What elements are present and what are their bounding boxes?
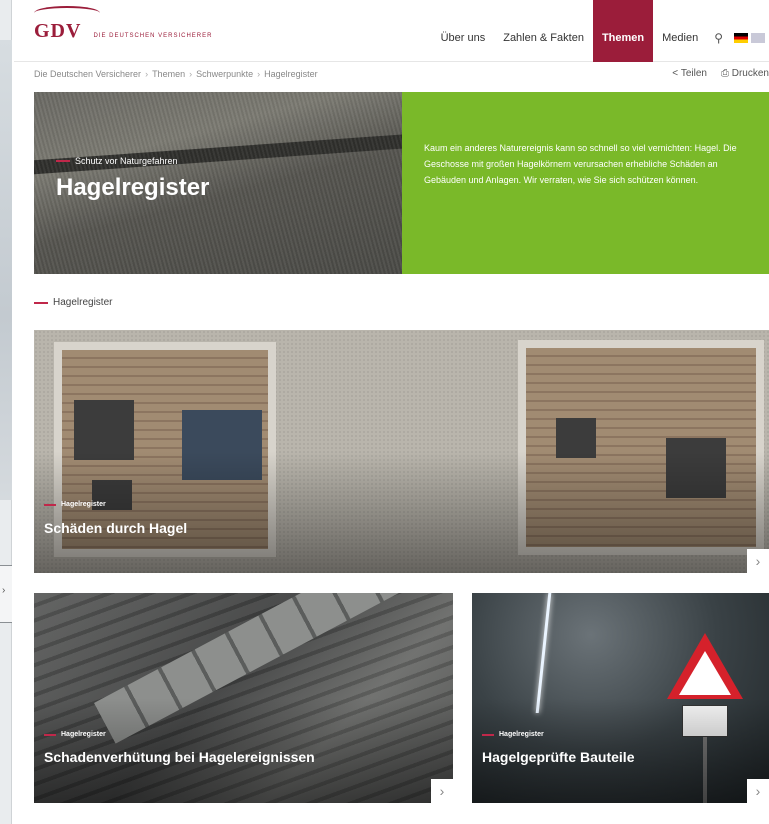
flag-uk-icon[interactable] xyxy=(751,33,765,43)
card-kicker-text: Hagelregister xyxy=(61,501,106,508)
section-label-text: Hagelregister xyxy=(53,297,113,308)
logo-text: GDV xyxy=(34,20,82,42)
teaser-card-schadenverhuetung[interactable]: Hagelregister Schadenverhütung bei Hagel… xyxy=(34,593,453,803)
teaser-card-bauteile[interactable]: Hagelregister Hagelgeprüfte Bauteile › xyxy=(472,593,769,803)
accent-dash xyxy=(482,733,494,736)
card-kicker: Hagelregister xyxy=(44,501,106,508)
nav-medien[interactable]: Medien xyxy=(653,0,707,62)
print-button[interactable]: ⎙ Drucken xyxy=(721,68,769,79)
nav-themen[interactable]: Themen xyxy=(592,0,654,62)
section-label: Hagelregister xyxy=(34,297,112,308)
hero-banner: Schutz vor Naturgefahren Hagelregister K… xyxy=(34,92,769,274)
arrow-icon: › xyxy=(2,585,6,596)
chevron-right-icon[interactable]: › xyxy=(431,779,453,803)
card-kicker: Hagelregister xyxy=(482,731,544,738)
print-label: Drucken xyxy=(731,68,769,79)
chevron-right-icon[interactable]: › xyxy=(747,549,769,573)
print-icon: ⎙ xyxy=(720,68,732,79)
hero-kicker-text: Schutz vor Naturgefahren xyxy=(75,156,178,166)
accent-dash xyxy=(44,503,56,506)
card-kicker-text: Hagelregister xyxy=(499,731,544,738)
card-title: Schäden durch Hagel xyxy=(44,520,188,536)
logo-subtitle: Die Deutschen Versicherer xyxy=(93,33,213,39)
nav-ueber-uns[interactable]: Über uns xyxy=(432,0,495,62)
card-kicker-text: Hagelregister xyxy=(61,731,106,738)
hero-intro-box: Kaum ein anderes Naturereignis kann so s… xyxy=(402,92,769,274)
accent-dash xyxy=(44,733,56,736)
main-nav: Über uns Zahlen & Fakten Themen Medien ⚲ xyxy=(432,0,769,62)
page-title: Hagelregister xyxy=(56,174,210,201)
browser-page: GDV Die Deutschen Versicherer Über uns Z… xyxy=(14,0,769,824)
hero-intro-text: Kaum ein anderes Naturereignis kann so s… xyxy=(424,143,737,185)
flag-de-icon[interactable] xyxy=(734,33,748,43)
card-title: Schadenverhütung bei Hagelereignissen xyxy=(44,749,315,765)
card-title: Hagelgeprüfte Bauteile xyxy=(482,749,635,765)
site-header: GDV Die Deutschen Versicherer Über uns Z… xyxy=(14,0,769,62)
background-window-strip: › xyxy=(0,0,12,824)
gdv-logo[interactable]: GDV Die Deutschen Versicherer xyxy=(34,6,212,42)
breadcrumb-item[interactable]: Themen xyxy=(152,69,185,79)
breadcrumb-current: Hagelregister xyxy=(264,69,318,79)
breadcrumb-item[interactable]: Schwerpunkte xyxy=(196,69,253,79)
teaser-card-schaeden[interactable]: Hagelregister Schäden durch Hagel › xyxy=(34,330,769,573)
background-window-image xyxy=(0,40,12,500)
logo-arc-icon xyxy=(34,6,100,20)
share-icon: < xyxy=(672,68,681,79)
breadcrumb: Die Deutschen Versicherer › Themen › Sch… xyxy=(34,68,769,79)
accent-dash xyxy=(56,160,70,162)
card-kicker: Hagelregister xyxy=(44,731,106,738)
hero-kicker: Schutz vor Naturgefahren xyxy=(56,156,178,166)
breadcrumb-item[interactable]: Die Deutschen Versicherer xyxy=(34,69,141,79)
accent-dash xyxy=(34,301,48,304)
chevron-right-icon[interactable]: › xyxy=(747,779,769,803)
share-button[interactable]: < Teilen xyxy=(672,68,707,79)
search-icon[interactable]: ⚲ xyxy=(707,0,730,62)
nav-zahlen-fakten[interactable]: Zahlen & Fakten xyxy=(494,0,593,62)
share-label: Teilen xyxy=(680,68,707,79)
